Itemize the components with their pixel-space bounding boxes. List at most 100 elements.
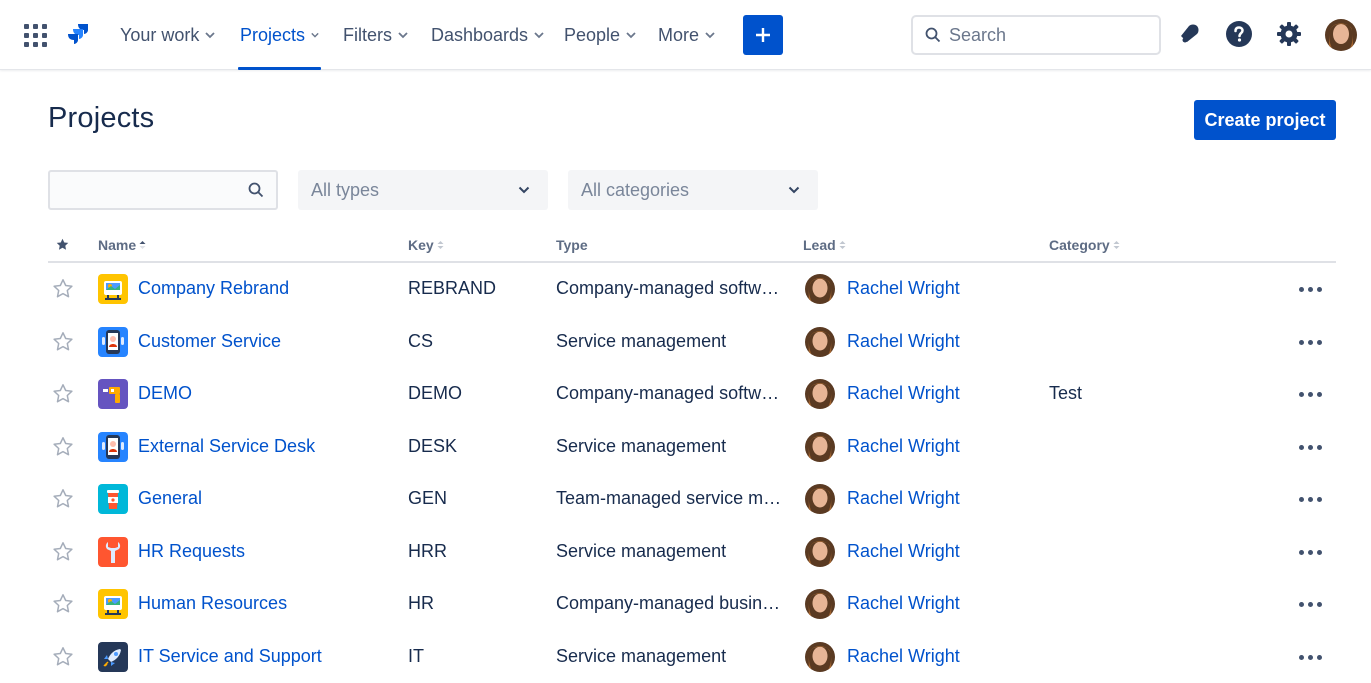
chevron-down-icon — [518, 186, 530, 194]
favorite-star-icon[interactable] — [52, 593, 74, 615]
lead-name-link[interactable]: Rachel Wright — [847, 646, 960, 667]
chevron-down-icon — [705, 32, 715, 39]
nav-filters[interactable]: Filters — [343, 0, 408, 70]
favorite-star-icon[interactable] — [52, 646, 74, 668]
favorite-star-icon[interactable] — [52, 331, 74, 353]
notifications-icon[interactable] — [1175, 20, 1203, 48]
more-actions-icon[interactable] — [1294, 538, 1326, 566]
table-row: DEMO DEMO Company-managed software Rachel W… — [48, 368, 1336, 420]
sort-icon — [437, 241, 444, 249]
favorite-star-icon[interactable] — [52, 383, 74, 405]
plus-icon — [756, 28, 770, 42]
nav-more[interactable]: More — [658, 0, 715, 70]
chevron-down-icon — [398, 32, 408, 39]
global-search[interactable] — [911, 15, 1161, 55]
nav-projects[interactable]: Projects — [238, 0, 321, 70]
more-actions-icon[interactable] — [1294, 380, 1326, 408]
project-key: GEN — [408, 488, 448, 508]
lead-avatar — [805, 274, 835, 304]
type-filter-select[interactable]: All types — [298, 170, 548, 210]
table-row: Company Rebrand REBRAND Company-managed so… — [48, 263, 1336, 315]
lead-name-link[interactable]: Rachel Wright — [847, 278, 960, 299]
user-avatar[interactable] — [1325, 19, 1357, 51]
project-key: HR — [408, 593, 434, 613]
type-filter-value: All types — [311, 179, 380, 200]
page-title: Projects — [48, 102, 155, 134]
project-search-field[interactable] — [48, 170, 278, 210]
more-actions-icon[interactable] — [1294, 275, 1326, 303]
more-actions-icon[interactable] — [1294, 590, 1326, 618]
lead-avatar — [805, 589, 835, 619]
project-name-link[interactable]: External Service Desk — [138, 436, 315, 457]
column-label: Name — [98, 237, 137, 253]
create-button[interactable] — [743, 15, 783, 55]
project-type: Company-managed software — [556, 278, 784, 298]
project-type: Service management — [556, 436, 727, 456]
favorite-star-icon[interactable] — [52, 436, 74, 458]
lead-name-link[interactable]: Rachel Wright — [847, 383, 960, 404]
favorite-column-star-icon — [56, 238, 69, 250]
project-name-link[interactable]: General — [138, 488, 202, 509]
drill-icon — [98, 379, 128, 409]
search-input[interactable] — [949, 24, 1139, 46]
more-actions-icon[interactable] — [1294, 643, 1326, 671]
nav-label: Your work — [120, 24, 200, 45]
coffee-icon — [98, 484, 128, 514]
more-actions-icon[interactable] — [1294, 433, 1326, 461]
column-header-category[interactable]: Category — [1049, 237, 1120, 253]
chevron-down-icon — [205, 32, 216, 39]
column-label: Lead — [803, 237, 836, 253]
project-type: Company-managed business — [556, 593, 784, 613]
lead-name-link[interactable]: Rachel Wright — [847, 541, 960, 562]
column-header-name[interactable]: Name — [98, 237, 146, 253]
category-filter-select[interactable]: All categories — [568, 170, 818, 210]
nav-people[interactable]: People — [564, 0, 636, 70]
search-icon — [248, 182, 264, 198]
table-row: Customer Service CS Service management Rach… — [48, 316, 1336, 368]
lead-name-link[interactable]: Rachel Wright — [847, 436, 960, 457]
favorite-star-icon[interactable] — [52, 278, 74, 300]
more-actions-icon[interactable] — [1294, 328, 1326, 356]
chevron-down-icon — [311, 32, 319, 38]
help-icon[interactable] — [1225, 20, 1253, 48]
rocket-icon — [98, 642, 128, 672]
column-label: Category — [1049, 237, 1110, 253]
table-row: IT Service and Support IT Service manageme… — [48, 631, 1336, 683]
project-name-link[interactable]: HR Requests — [138, 541, 245, 562]
sort-ascending-icon — [139, 241, 146, 249]
project-name-link[interactable]: IT Service and Support — [138, 646, 322, 667]
project-category: Test — [1049, 383, 1083, 403]
lead-name-link[interactable]: Rachel Wright — [847, 488, 960, 509]
jira-logo-icon[interactable] — [64, 21, 92, 49]
project-type: Service management — [556, 331, 727, 351]
project-key: HRR — [408, 541, 447, 561]
project-name-link[interactable]: Human Resources — [138, 593, 287, 614]
create-project-button[interactable]: Create project — [1194, 100, 1336, 140]
lead-name-link[interactable]: Rachel Wright — [847, 331, 960, 352]
more-actions-icon[interactable] — [1294, 485, 1326, 513]
column-header-key[interactable]: Key — [408, 237, 444, 253]
nav-label: Dashboards — [431, 24, 529, 45]
nav-your-work[interactable]: Your work — [120, 0, 216, 70]
table-row: External Service Desk DESK Service managem… — [48, 421, 1336, 473]
column-header-type: Type — [556, 237, 588, 253]
chevron-down-icon — [788, 186, 800, 194]
favorite-star-icon[interactable] — [52, 488, 74, 510]
favorite-star-icon[interactable] — [52, 541, 74, 563]
project-key: REBRAND — [408, 278, 497, 298]
project-name-link[interactable]: Customer Service — [138, 331, 281, 352]
phone-agent-icon — [98, 432, 128, 462]
nav-dashboards[interactable]: Dashboards — [431, 0, 544, 70]
app-switcher-icon[interactable] — [24, 24, 48, 48]
project-name-link[interactable]: DEMO — [138, 383, 192, 404]
project-name-link[interactable]: Company Rebrand — [138, 278, 289, 299]
column-label: Type — [556, 237, 588, 253]
column-header-lead[interactable]: Lead — [803, 237, 846, 253]
lead-avatar — [805, 537, 835, 567]
settings-gear-icon[interactable] — [1275, 20, 1303, 48]
lead-name-link[interactable]: Rachel Wright — [847, 593, 960, 614]
table-row: Human Resources HR Company-managed busines… — [48, 578, 1336, 630]
nav-label: People — [564, 24, 621, 45]
project-search-input[interactable] — [60, 179, 250, 201]
project-type: Company-managed software — [556, 383, 784, 403]
